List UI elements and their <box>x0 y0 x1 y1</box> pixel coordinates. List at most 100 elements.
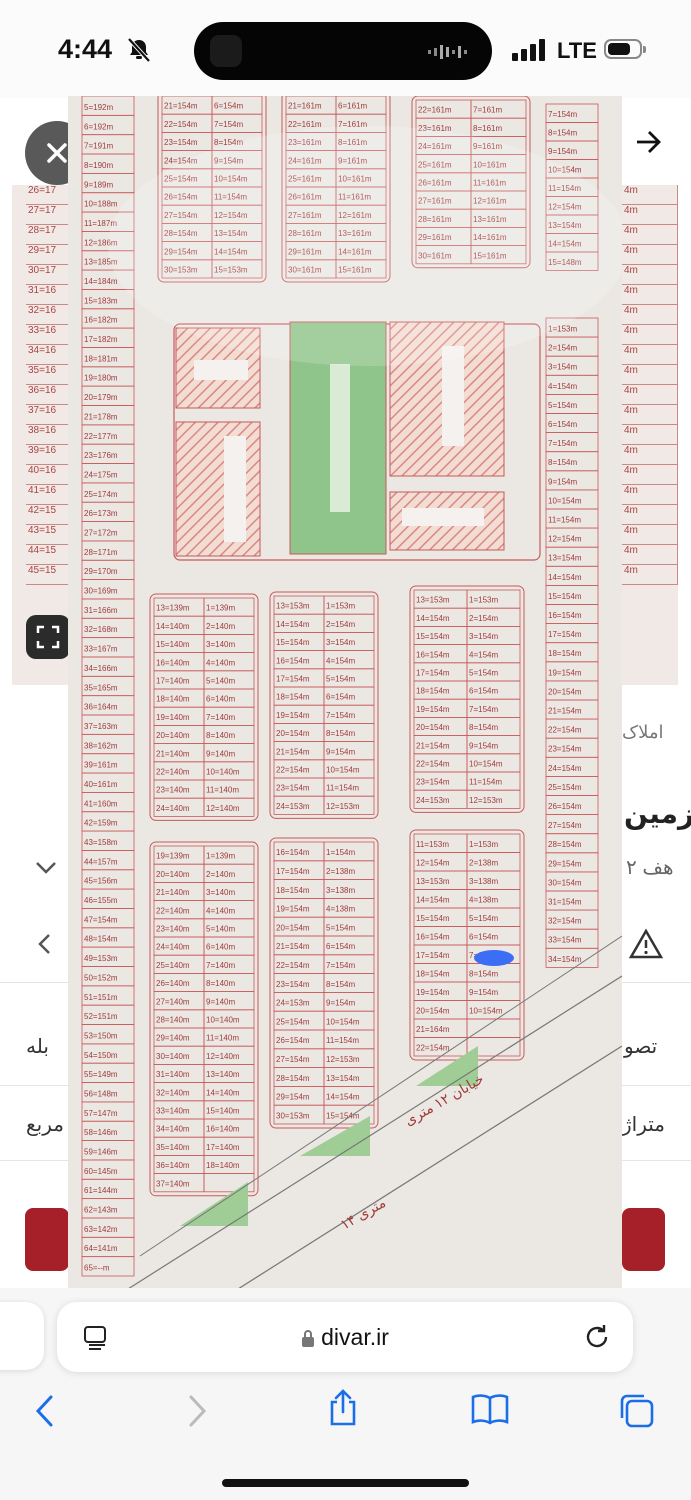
lot-label: 23=140m <box>156 786 190 795</box>
dynamic-island <box>194 22 492 80</box>
site-plan-map: 5=192m 6=192m 7=191m 8=190m 9=189m 10=188m 11=… <box>68 96 622 1289</box>
reload-icon[interactable] <box>583 1323 611 1351</box>
lot-label: 8=154m <box>469 723 498 732</box>
lot-label: 25=154m <box>548 783 582 792</box>
warning-icon[interactable] <box>628 928 664 960</box>
lot-label: 17=182m <box>84 335 118 344</box>
lot-label: 14=184m <box>84 277 118 286</box>
browser-toolbar: divar.ir <box>0 1288 691 1500</box>
lot-label: 1=139m <box>206 852 235 861</box>
chat-button-background[interactable] <box>622 1208 665 1271</box>
lot-label: 10=154m <box>469 760 503 769</box>
contact-button-background[interactable] <box>25 1208 69 1271</box>
bell-muted-icon <box>127 37 151 63</box>
label-plate <box>224 436 246 542</box>
lot-label: 36=140m <box>156 1161 190 1170</box>
lot-label: 8=140m <box>206 979 235 988</box>
lot-label: 16=140m <box>206 1125 240 1134</box>
lot-label: 3=154m <box>469 632 498 641</box>
lot-label: 6=161m <box>338 102 367 111</box>
lot-label: 22=154m <box>548 726 582 735</box>
lot-label: 60=145m <box>84 1167 118 1176</box>
lot-label: 4=140m <box>206 658 235 667</box>
lot-label: 29=170m <box>84 567 118 576</box>
lot-label: 18=154m <box>276 693 310 702</box>
expand-icon <box>36 625 60 649</box>
label-plate <box>330 364 350 512</box>
address-bar[interactable]: divar.ir <box>57 1302 633 1372</box>
lot-label: 18=140m <box>156 695 190 704</box>
lot-label: 22=177m <box>84 432 118 441</box>
lot-label: 19=154m <box>276 711 310 720</box>
lot-label: 12=154m <box>416 858 450 867</box>
lot-label: 7=161m <box>473 106 502 115</box>
lot-label: 10=154m <box>326 766 360 775</box>
lot-label: 3=138m <box>469 877 498 886</box>
area-row-label: متراژ <box>622 1114 665 1136</box>
lot-label: 8=190m <box>84 161 113 170</box>
lot-label: 51=151m <box>84 993 118 1002</box>
lot-label: 50=152m <box>84 973 118 982</box>
lot-label: 30=154m <box>548 878 582 887</box>
lot-label: 7=154m <box>214 120 243 129</box>
lot-label: 8=154m <box>548 129 577 138</box>
lot-label: 47=154m <box>84 915 118 924</box>
lot-label: 8=154m <box>326 980 355 989</box>
lot-label: 6=192m <box>84 122 113 131</box>
arrow-right-icon[interactable] <box>634 128 664 156</box>
lot-label: 21=178m <box>84 412 118 421</box>
lot-label: 17=154m <box>548 630 582 639</box>
lot-label: 9=154m <box>469 988 498 997</box>
lot-label: 17=140m <box>156 677 190 686</box>
lot-label: 65=--m <box>84 1264 110 1273</box>
chevron-down-icon[interactable] <box>34 858 58 878</box>
lot-label: 28=154m <box>276 1074 310 1083</box>
lot-label: 21=164m <box>416 1025 450 1034</box>
forward-icon[interactable] <box>184 1394 210 1428</box>
lot-label: 33=140m <box>156 1107 190 1116</box>
url-display[interactable]: divar.ir <box>57 1324 633 1351</box>
lot-label: 32=140m <box>156 1088 190 1097</box>
lot-label: 11=154m <box>326 1036 359 1045</box>
lot-label: 15=154m <box>326 1111 360 1120</box>
lot-label: 19=154m <box>416 988 450 997</box>
lot-label: 19=140m <box>156 713 190 722</box>
site-plan-photo[interactable]: 5=192m 6=192m 7=191m 8=190m 9=189m 10=188m 11=… <box>68 96 622 1289</box>
lot-label: 10=154m <box>548 496 582 505</box>
share-icon[interactable] <box>326 1388 360 1428</box>
lot-label: 4=138m <box>326 905 355 914</box>
lot-label: 14=140m <box>156 622 190 631</box>
lot-label: 40=161m <box>84 780 118 789</box>
lot-label: 3=140m <box>206 888 235 897</box>
lot-label: 59=146m <box>84 1148 118 1157</box>
lot-label: 18=154m <box>548 649 582 658</box>
lot-label: 9=140m <box>206 997 235 1006</box>
lot-label: 14=140m <box>206 1088 240 1097</box>
lot-label: 5=154m <box>326 923 355 932</box>
lot-label: 37=163m <box>84 722 118 731</box>
fullscreen-button[interactable] <box>26 615 70 659</box>
tabs-icon[interactable] <box>618 1392 656 1430</box>
back-icon[interactable] <box>32 1394 58 1428</box>
lot-label: 12=153m <box>469 796 503 805</box>
lot-label: 31=140m <box>156 1070 190 1079</box>
chevron-left-icon[interactable] <box>34 932 54 956</box>
lot-label: 7=154m <box>548 110 577 119</box>
lot-label: 37=140m <box>156 1179 190 1188</box>
lot-label: 35=140m <box>156 1143 190 1152</box>
url-text: divar.ir <box>321 1324 389 1350</box>
lot-label: 1=153m <box>469 840 498 849</box>
bookmarks-icon[interactable] <box>470 1392 510 1426</box>
lot-label: 17=154m <box>276 675 310 684</box>
lot-label: 2=140m <box>206 622 235 631</box>
hatched-lot <box>175 421 261 557</box>
previous-tab-pill[interactable] <box>0 1302 44 1370</box>
lot-label: 56=148m <box>84 1089 118 1098</box>
lot-label: 45=156m <box>84 877 118 886</box>
lot-label: 4=154m <box>469 650 498 659</box>
lot-label: 1=153m <box>326 602 355 611</box>
lot-label: 20=179m <box>84 393 118 402</box>
lot-label: 15=154m <box>276 638 310 647</box>
battery-icon <box>604 39 646 59</box>
lot-label: 36=164m <box>84 703 118 712</box>
